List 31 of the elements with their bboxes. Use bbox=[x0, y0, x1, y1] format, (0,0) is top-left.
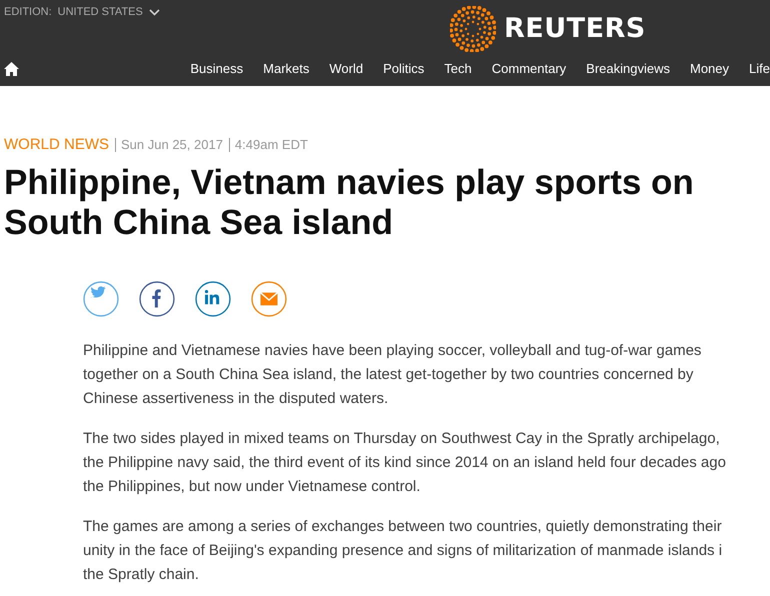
home-icon[interactable] bbox=[4, 62, 19, 76]
paragraph-line: Chinese assertiveness in the disputed waters. bbox=[83, 388, 390, 408]
article-title: Philippine, Vietnam navies play sports on South China Sea island bbox=[4, 162, 695, 242]
paragraph-line: The two sides played in mixed teams on Thursday on Southwest Cay in the Spratly archipelago, bbox=[83, 428, 721, 448]
nav-link[interactable]: Tech bbox=[444, 59, 472, 78]
paragraph-line: unity in the face of Beijing's expanding presence and signs of militarization of manmade islands i bbox=[83, 540, 724, 560]
nav-link[interactable]: Business bbox=[190, 59, 244, 78]
article-date: Sun Jun 25, 2017 bbox=[115, 138, 223, 152]
edition-label: EDITION: bbox=[4, 5, 52, 20]
envelope-icon[interactable] bbox=[251, 280, 287, 316]
paragraph-line: Philippine and Vietnamese navies have been playing soccer, volleyball and tug-of-war games bbox=[83, 340, 702, 360]
nav-link[interactable]: Politics bbox=[383, 59, 424, 78]
logo-icon bbox=[450, 6, 496, 52]
nav-link[interactable]: Life bbox=[749, 59, 770, 78]
edition-dropdown[interactable]: UNITED STATES bbox=[58, 4, 143, 20]
paragraph-line: together on a South China Sea island, the latest get-together by two countries concerned by bbox=[83, 364, 694, 384]
paragraph-line: The games are among a series of exchanges between two countries, quietly demonstrating their bbox=[83, 516, 723, 536]
nav-link[interactable]: Commentary bbox=[492, 59, 566, 78]
twitter-icon[interactable] bbox=[83, 280, 119, 316]
nav-link[interactable]: Breakingviews bbox=[586, 59, 670, 78]
facebook-icon[interactable] bbox=[139, 280, 175, 316]
paragraph-line: the Philippine navy said, the third event of its kind since 2014 on an island held four decades ago bbox=[83, 452, 727, 472]
linkedin-icon[interactable] bbox=[195, 280, 231, 316]
nav-link[interactable]: Markets bbox=[263, 59, 310, 78]
article-time: 4:49am EDT bbox=[228, 138, 308, 152]
paragraph-line: the Philippines, but now under Vietnamese control. bbox=[83, 476, 422, 496]
paragraph-line: the Spratly chain. bbox=[83, 564, 200, 584]
chevron-icon bbox=[148, 8, 160, 16]
nav-link[interactable]: World bbox=[329, 59, 364, 78]
logo-text[interactable]: REUTERS bbox=[504, 8, 646, 50]
nav-link[interactable]: Money bbox=[690, 59, 730, 78]
